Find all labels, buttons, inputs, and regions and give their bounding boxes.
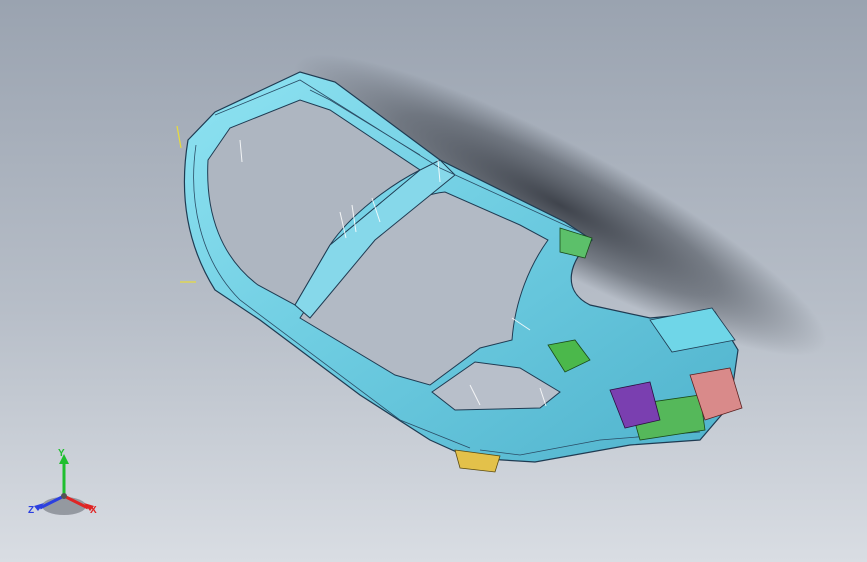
axis-triad[interactable]: Y X Z: [24, 448, 104, 524]
cad-3d-viewport[interactable]: Y X Z: [0, 0, 867, 562]
triad-shadow: [42, 497, 86, 515]
y-axis-label: Y: [58, 448, 65, 459]
cad-model-canvas[interactable]: [0, 0, 867, 562]
x-axis-label: X: [90, 505, 97, 516]
z-axis-label: Z: [28, 505, 35, 516]
triad-origin: [61, 493, 67, 499]
